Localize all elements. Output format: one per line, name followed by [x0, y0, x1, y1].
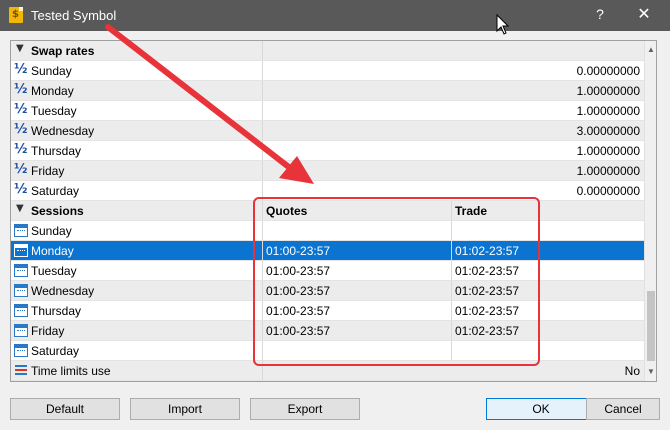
swap-row[interactable]: ½ Monday 1.00000000 — [11, 81, 644, 101]
scroll-down-icon[interactable]: ▼ — [647, 367, 655, 376]
fraction-icon: ½ — [14, 122, 28, 137]
swap-value[interactable]: 1.00000000 — [263, 141, 644, 160]
group-label: Sessions — [31, 204, 84, 218]
session-day-label: Monday — [31, 244, 74, 258]
session-day-label: Thursday — [31, 304, 82, 318]
swap-day-label: Sunday — [31, 64, 72, 78]
session-row[interactable]: Friday 01:00-23:57 01:02-23:57 — [11, 321, 644, 341]
session-quotes[interactable]: 01:00-23:57 — [263, 301, 452, 320]
session-day-label: Saturday — [31, 344, 80, 358]
session-trade[interactable]: 01:02-23:57 — [452, 241, 644, 260]
time-limits-icon — [15, 365, 27, 376]
chevron-down-icon[interactable]: ▼ — [16, 203, 24, 214]
swap-day-label: Thursday — [31, 144, 82, 158]
calendar-icon — [14, 324, 28, 337]
session-row[interactable]: Wednesday 01:00-23:57 01:02-23:57 — [11, 281, 644, 301]
session-trade[interactable] — [452, 221, 644, 240]
time-limits-row[interactable]: Time limits use No — [11, 361, 644, 381]
swap-value[interactable]: 1.00000000 — [263, 101, 644, 120]
session-row[interactable]: Tuesday 01:00-23:57 01:02-23:57 — [11, 261, 644, 281]
session-quotes[interactable]: 01:00-23:57 — [263, 281, 452, 300]
swap-day-label: Tuesday — [31, 104, 77, 118]
time-limits-label: Time limits use — [31, 364, 111, 378]
fraction-icon: ½ — [14, 62, 28, 77]
close-button[interactable]: ✕ — [627, 4, 661, 26]
fraction-icon: ½ — [14, 162, 28, 177]
fraction-icon: ½ — [14, 182, 28, 197]
session-quotes[interactable]: 01:00-23:57 — [263, 261, 452, 280]
swap-day-label: Friday — [31, 164, 65, 178]
column-header-trade: Trade — [455, 204, 488, 218]
calendar-icon — [14, 224, 28, 237]
session-row[interactable]: Sunday — [11, 221, 644, 241]
swap-value[interactable]: 0.00000000 — [263, 181, 644, 200]
group-label: Swap rates — [31, 44, 95, 58]
import-button[interactable]: Import — [130, 398, 240, 420]
session-row[interactable]: Thursday 01:00-23:57 01:02-23:57 — [11, 301, 644, 321]
export-button[interactable]: Export — [250, 398, 360, 420]
calendar-icon — [14, 264, 28, 277]
title-bar: $ Tested Symbol ? ✕ — [0, 0, 670, 31]
swap-row[interactable]: ½ Thursday 1.00000000 — [11, 141, 644, 161]
session-day-label: Wednesday — [31, 284, 95, 298]
help-button[interactable]: ? — [587, 6, 613, 26]
swap-row[interactable]: ½ Sunday 0.00000000 — [11, 61, 644, 81]
default-button[interactable]: Default — [10, 398, 120, 420]
session-quotes[interactable]: 01:00-23:57 — [263, 241, 452, 260]
session-trade[interactable]: 01:02-23:57 — [452, 301, 644, 320]
scroll-up-icon[interactable]: ▲ — [647, 45, 655, 54]
session-trade[interactable] — [452, 341, 644, 360]
swap-value[interactable]: 3.00000000 — [263, 121, 644, 140]
session-day-label: Friday — [31, 324, 65, 338]
document-icon: $ — [9, 7, 23, 23]
session-quotes[interactable]: 01:00-23:57 — [263, 321, 452, 340]
calendar-icon — [14, 244, 28, 257]
swap-day-label: Saturday — [31, 184, 80, 198]
calendar-icon — [14, 344, 28, 357]
window-title: Tested Symbol — [31, 8, 117, 23]
session-quotes[interactable] — [263, 341, 452, 360]
swap-row[interactable]: ½ Friday 1.00000000 — [11, 161, 644, 181]
time-limits-value[interactable]: No — [263, 361, 644, 380]
swap-day-label: Monday — [31, 84, 74, 98]
swap-row[interactable]: ½ Tuesday 1.00000000 — [11, 101, 644, 121]
cancel-button[interactable]: Cancel — [586, 398, 660, 420]
chevron-down-icon[interactable]: ▼ — [16, 43, 24, 54]
session-day-label: Tuesday — [31, 264, 77, 278]
session-trade[interactable]: 01:02-23:57 — [452, 261, 644, 280]
swap-value[interactable]: 0.00000000 — [263, 61, 644, 80]
swap-row[interactable]: ½ Wednesday 3.00000000 — [11, 121, 644, 141]
vertical-scrollbar[interactable]: ▲ ▼ — [644, 41, 656, 381]
session-trade[interactable]: 01:02-23:57 — [452, 321, 644, 340]
session-row[interactable]: Saturday — [11, 341, 644, 361]
group-swap-rates[interactable]: ▼ Swap rates — [11, 41, 644, 61]
swap-day-label: Wednesday — [31, 124, 95, 138]
column-header-quotes: Quotes — [263, 201, 452, 220]
session-day-label: Sunday — [31, 224, 72, 238]
session-trade[interactable]: 01:02-23:57 — [452, 281, 644, 300]
session-row-selected[interactable]: Monday 01:00-23:57 01:02-23:57 — [11, 241, 644, 261]
calendar-icon — [14, 304, 28, 317]
scroll-thumb[interactable] — [647, 291, 655, 361]
fraction-icon: ½ — [14, 82, 28, 97]
calendar-icon — [14, 284, 28, 297]
fraction-icon: ½ — [14, 102, 28, 117]
fraction-icon: ½ — [14, 142, 28, 157]
session-quotes[interactable] — [263, 221, 452, 240]
group-sessions[interactable]: ▼ Sessions Quotes Trade — [11, 201, 644, 221]
swap-value[interactable]: 1.00000000 — [263, 81, 644, 100]
ok-button[interactable]: OK — [486, 398, 596, 420]
property-grid[interactable]: ▼ Swap rates ½ Sunday 0.00000000 ½ Monday 1… — [10, 40, 657, 382]
swap-row[interactable]: ½ Saturday 0.00000000 — [11, 181, 644, 201]
swap-value[interactable]: 1.00000000 — [263, 161, 644, 180]
